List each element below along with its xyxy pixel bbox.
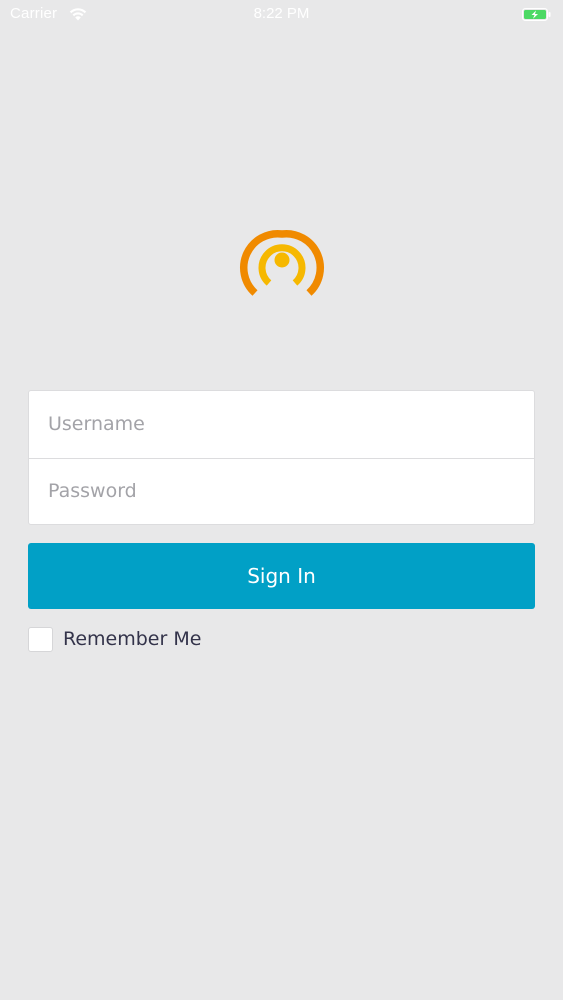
status-bar: Carrier 8:22 PM: [0, 0, 563, 30]
sign-in-button[interactable]: Sign In: [28, 543, 535, 609]
broadcast-m-logo: [240, 229, 324, 296]
login-form: [28, 390, 535, 525]
username-field[interactable]: [29, 391, 534, 457]
remember-me-checkbox[interactable]: [28, 627, 53, 652]
remember-me-label[interactable]: Remember Me: [63, 628, 201, 650]
battery-charging-icon: [522, 8, 551, 21]
status-time: 8:22 PM: [253, 5, 310, 22]
password-field[interactable]: [29, 458, 534, 524]
